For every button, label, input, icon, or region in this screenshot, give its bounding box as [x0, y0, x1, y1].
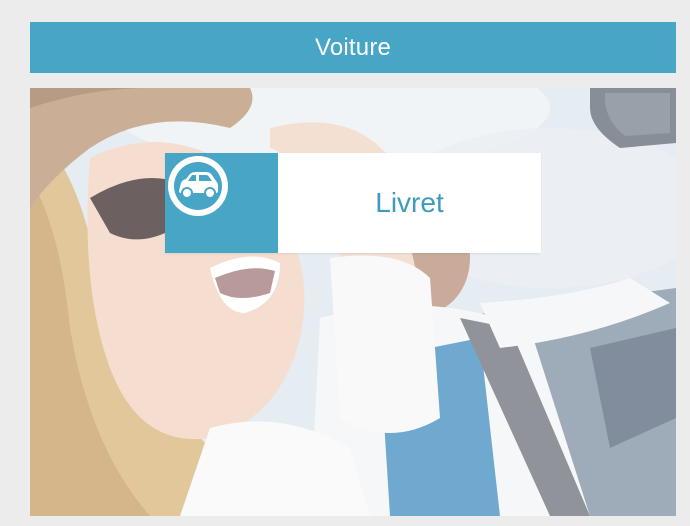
category-title: Voiture: [314, 33, 392, 61]
product-label[interactable]: Livret: [278, 153, 541, 253]
hero-image: Livret: [30, 88, 676, 516]
car-icon: [168, 156, 228, 216]
product-icon-box: [165, 153, 278, 253]
insurance-category-card: Voiture Livret: [18, 10, 678, 516]
product-card-livret[interactable]: Livret: [165, 153, 541, 253]
category-title-bar: Voiture: [30, 22, 676, 73]
